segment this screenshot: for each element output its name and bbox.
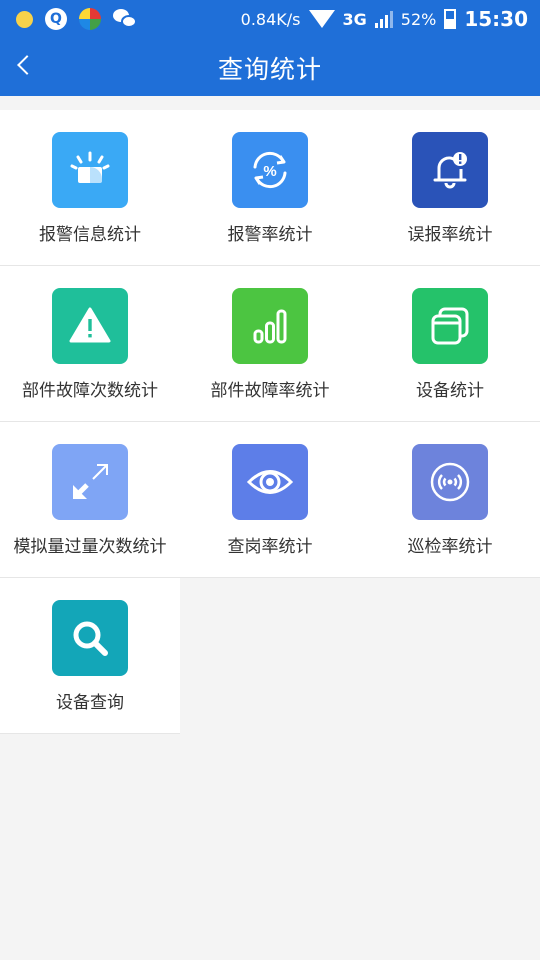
menu-row: 设备查询	[0, 578, 180, 734]
network-speed: 0.84K/s	[240, 9, 301, 29]
percent-cycle-icon: %	[232, 132, 308, 208]
window-stack-icon	[412, 288, 488, 364]
svg-text:%: %	[263, 163, 276, 180]
menu-item-device-stats[interactable]: 设备统计	[360, 266, 540, 421]
menu-item-label: 模拟量过量次数统计	[13, 537, 167, 557]
menu-grid: 报警信息统计 % 报警率统计 误报率统计 部件故障次数统计 部件故障率统计 设备…	[0, 110, 540, 734]
menu-item-label: 报警信息统计	[39, 225, 141, 245]
app-colorful-icon	[79, 8, 101, 30]
eye-icon	[232, 444, 308, 520]
battery-icon	[444, 9, 457, 29]
page-title: 查询统计	[217, 55, 322, 84]
qq-browser-icon: Q	[45, 8, 67, 30]
menu-item-fault-rate-stats[interactable]: 部件故障率统计	[180, 266, 360, 421]
menu-item-label: 部件故障次数统计	[22, 381, 158, 401]
menu-item-label: 巡检率统计	[407, 537, 493, 557]
expand-arrows-icon	[52, 444, 128, 520]
menu-row: 模拟量过量次数统计 查岗率统计 巡检率统计	[0, 422, 540, 578]
menu-item-patrol-rate-stats[interactable]: 巡检率统计	[360, 422, 540, 577]
network-type: 3G	[342, 9, 367, 29]
menu-item-alarm-info-stats[interactable]: 报警信息统计	[0, 110, 180, 265]
menu-row: 报警信息统计 % 报警率统计 误报率统计	[0, 110, 540, 266]
menu-item-check-post-rate-stats[interactable]: 查岗率统计	[180, 422, 360, 577]
magnifier-icon	[52, 600, 128, 676]
alarm-light-icon	[52, 132, 128, 208]
menu-item-label: 误报率统计	[407, 225, 493, 245]
menu-item-label: 查岗率统计	[227, 537, 313, 557]
wifi-icon	[308, 10, 335, 28]
wechat-icon	[113, 9, 137, 29]
menu-item-fault-count-stats[interactable]: 部件故障次数统计	[0, 266, 180, 421]
clock: 15:30	[464, 7, 528, 31]
menu-item-label: 报警率统计	[227, 225, 313, 245]
bar-signal-icon	[232, 288, 308, 364]
bell-alert-icon	[412, 132, 488, 208]
radar-wave-icon	[412, 444, 488, 520]
menu-item-label: 设备查询	[56, 693, 124, 713]
menu-item-device-query[interactable]: 设备查询	[0, 578, 180, 733]
warning-triangle-icon	[52, 288, 128, 364]
menu-item-label: 部件故障率统计	[210, 381, 330, 401]
battery-percent: 52%	[400, 9, 437, 29]
status-bar: Q 0.84K/s 3G 52% 15:30	[0, 0, 540, 38]
top-bar: Q 0.84K/s 3G 52% 15:30 查询统计	[0, 0, 540, 96]
notification-dot-icon	[16, 10, 33, 28]
status-left: Q	[16, 8, 137, 30]
menu-item-alarm-rate-stats[interactable]: % 报警率统计	[180, 110, 360, 265]
status-right: 0.84K/s 3G 52% 15:30	[241, 7, 528, 31]
menu-item-label: 设备统计	[416, 381, 484, 401]
menu-row: 部件故障次数统计 部件故障率统计 设备统计	[0, 266, 540, 422]
signal-bars-icon	[374, 10, 393, 28]
menu-item-false-alarm-rate-stats[interactable]: 误报率统计	[360, 110, 540, 265]
menu-item-analog-overrange-stats[interactable]: 模拟量过量次数统计	[0, 422, 180, 577]
